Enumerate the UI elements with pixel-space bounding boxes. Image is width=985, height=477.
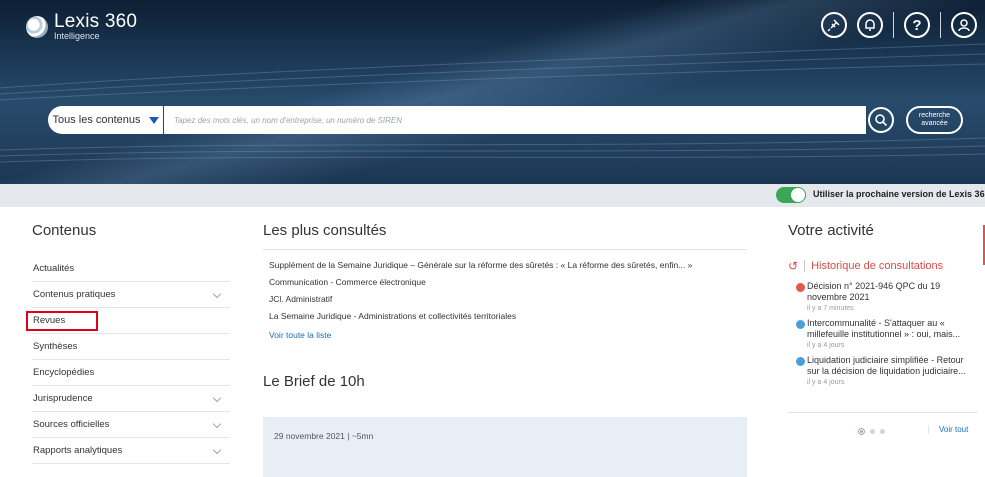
activity-time: il y a 4 jours [807,342,845,349]
activity-pager [858,428,885,435]
header-banner: Lexis 360 Intelligence ? Tous les conten… [0,0,985,184]
contenus-panel: Contenus Actualités Contenus pratiques R… [26,222,230,464]
activity-divider [788,412,978,413]
activity-title: Intercommunalité - S'attaquer au « mille… [807,318,961,339]
user-icon[interactable] [951,12,977,38]
brief-date: 29 novembre 2021 | ~5mn [274,431,374,441]
nav-item-jurisprudence[interactable]: Jurisprudence [32,386,230,412]
chevron-down-icon [212,419,222,429]
chevron-down-icon [212,289,222,299]
caret-down-icon [148,116,159,124]
plus-consultes-panel: Les plus consultés Supplément de la Sema… [263,222,747,477]
document-type-icon [796,320,805,329]
pin-icon[interactable] [821,12,847,38]
chevron-down-icon [212,445,222,455]
pager-dot[interactable] [880,429,885,434]
brief-title: Le Brief de 10h [263,373,365,390]
help-icon[interactable]: ? [904,12,930,38]
nav-item-rapports-analytiques[interactable]: Rapports analytiques [32,438,230,464]
voir-tout-link[interactable]: Voir tout [928,425,968,434]
consult-link[interactable]: Communication - Commerce électronique [263,277,747,294]
activity-title: Décision n° 2021-946 QPC du 19 novembre … [807,281,941,302]
plus-consultes-title: Les plus consultés [263,222,747,250]
logo-subtitle: Intelligence [54,31,100,41]
nav-item-revues[interactable]: Revues [26,308,230,334]
consult-link[interactable]: La Semaine Juridique - Administrations e… [263,311,747,328]
chevron-down-icon [212,393,222,403]
header-separator [893,12,894,38]
activity-item[interactable]: Liquidation judiciaire simplifiée - Reto… [788,355,978,386]
history-header[interactable]: ↺ Historique de consultations [788,259,978,273]
nav-item-sources-officielles[interactable]: Sources officielles [32,412,230,438]
search-button[interactable] [868,107,894,133]
brief-card[interactable]: 29 novembre 2021 | ~5mn [263,417,747,477]
nav-item-contenus-pratiques[interactable]: Contenus pratiques [32,282,230,308]
version-bar: Utiliser la prochaine version de Lexis 3… [0,184,985,207]
header-actions: ? [821,12,977,38]
pager-dot[interactable] [870,429,875,434]
search-icon [875,114,888,127]
history-icon: ↺ [788,259,799,273]
see-full-list-link[interactable]: Voir toute la liste [263,330,747,340]
activity-item[interactable]: Intercommunalité - S'attaquer au « mille… [788,318,978,349]
consult-link[interactable]: JCl. Administratif [263,294,747,311]
search-input[interactable] [164,106,866,134]
activity-time: il y a 7 minutes [807,305,854,312]
highlight-box [26,311,98,331]
search-bar: Tous les contenus recherche avancée [48,106,983,134]
logo-icon [26,15,48,38]
next-version-toggle[interactable] [776,187,806,203]
pager-dot-active[interactable] [858,428,865,435]
activity-time: il y a 4 jours [807,379,845,386]
advanced-search-label-2: avancée [921,120,948,127]
logo-name: Lexis 360 [54,11,138,32]
history-label: Historique de consultations [811,260,944,272]
nav-item-actualites[interactable]: Actualités [32,256,230,282]
document-type-icon [796,283,805,292]
nav-item-syntheses[interactable]: Synthèses [32,334,230,360]
bell-icon[interactable] [857,12,883,38]
history-separator [804,260,806,272]
document-type-icon [796,357,805,366]
contenus-list: Actualités Contenus pratiques Revues Syn… [26,256,230,464]
advanced-search-label-1: recherche [918,112,951,119]
activite-panel: Votre activité ↺ Historique de consultat… [788,222,978,435]
scope-label: Tous les contenus [52,114,141,126]
activity-item[interactable]: Décision n° 2021-946 QPC du 19 novembre … [788,281,978,312]
consult-link[interactable]: Supplément de la Semaine Juridique – Gén… [263,260,747,277]
scope-dropdown[interactable]: Tous les contenus [48,106,163,134]
advanced-search-button[interactable]: recherche avancée [906,106,963,134]
next-version-label: Utiliser la prochaine version de Lexis 3… [813,189,985,199]
activity-title: Liquidation judiciaire simplifiée - Reto… [807,355,966,376]
activite-title: Votre activité [788,222,874,239]
lexis-logo[interactable]: Lexis 360 Intelligence [26,12,137,41]
contenus-title: Contenus [32,222,97,239]
nav-item-encyclopedies[interactable]: Encyclopédies [32,360,230,386]
header-separator [940,12,941,38]
